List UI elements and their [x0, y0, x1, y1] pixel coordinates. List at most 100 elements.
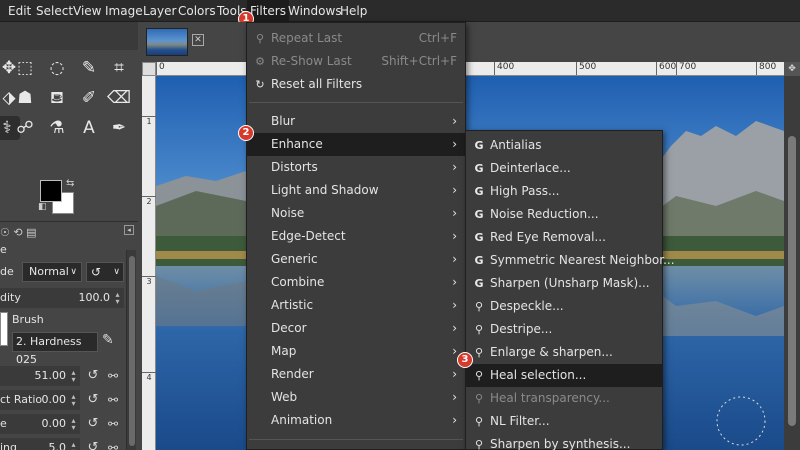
mode-direction-select[interactable]: ↺ ∨ — [86, 262, 124, 282]
menu-help[interactable]: Help — [340, 0, 367, 22]
tool-fuzzy-select-icon[interactable]: ✎ — [76, 56, 102, 80]
menu-item-sharpen-by-synthesis[interactable]: ⚲ Sharpen by synthesis... — [466, 433, 662, 450]
tool-warp-icon[interactable]: ☗ — [12, 86, 38, 110]
angle-spinner[interactable]: ▴ ▾ — [69, 417, 78, 432]
menu-item-label: NL Filter... — [490, 414, 550, 428]
spacing-spinner[interactable]: ▴▾ — [69, 441, 78, 450]
size-spinner[interactable]: ▴ ▾ — [69, 369, 78, 384]
link-icon[interactable]: ⚯ — [106, 416, 120, 432]
swap-colors-icon[interactable]: ⇆ — [66, 178, 74, 189]
ruler-corner[interactable] — [142, 62, 156, 76]
panel-menu-icon[interactable]: ◂ — [124, 225, 134, 235]
gegl-icon: G — [474, 231, 484, 244]
menu-item-red-eye-removal[interactable]: G Red Eye Removal... — [466, 226, 662, 249]
foreground-color-swatch[interactable] — [40, 180, 62, 202]
tool-rect-select-icon[interactable]: ⬚ — [12, 56, 38, 80]
vertical-ruler[interactable]: 1 2 3 4 — [142, 76, 156, 450]
menu-view[interactable]: View — [73, 0, 101, 22]
close-icon[interactable]: ✕ — [192, 34, 204, 46]
tab-icons[interactable]: ☉ ⟲ ▤ — [0, 225, 42, 241]
menu-windows[interactable]: Windows — [288, 0, 342, 22]
menu-item-light-and-shadow[interactable]: Light and Shadow › — [247, 179, 465, 202]
menu-item-map[interactable]: Map › — [247, 340, 465, 363]
aspect-slider[interactable]: ct Ratio 0.00 ▴ ▾ — [0, 390, 80, 410]
link-icon[interactable]: ⚯ — [106, 368, 120, 384]
tool-color-picker-icon[interactable]: ✒ — [106, 116, 132, 140]
menu-item-artistic[interactable]: Artistic › — [247, 294, 465, 317]
chevron-right-icon: › — [452, 321, 457, 335]
tool-text-icon[interactable]: A — [76, 116, 102, 140]
menu-item-reshow-last[interactable]: ⚙ Re-Show Last Shift+Ctrl+F — [247, 50, 465, 73]
tool-bucket-fill-icon[interactable]: ⛾ — [44, 86, 70, 110]
link-icon[interactable]: ⚯ — [106, 392, 120, 408]
menu-item-heal-transparency[interactable]: ⚲ Heal transparency... — [466, 387, 662, 410]
link-icon[interactable]: ⚯ — [106, 440, 120, 450]
menu-item-decor[interactable]: Decor › — [247, 317, 465, 340]
menu-item-despeckle[interactable]: ⚲ Despeckle... — [466, 295, 662, 318]
menu-item-edge-detect[interactable]: Edge-Detect › — [247, 225, 465, 248]
menu-item-antialias[interactable]: G Antialias — [466, 134, 662, 157]
opacity-slider[interactable]: dity 100.0 ▴ ▾ — [0, 288, 124, 308]
step-callout-2: 2 — [238, 125, 254, 141]
tool-dodge-icon[interactable]: ⚗ — [44, 116, 70, 140]
vertical-scrollbar[interactable] — [784, 76, 800, 450]
gegl-icon: G — [474, 277, 484, 290]
menu-select[interactable]: Select — [36, 0, 73, 22]
angle-value: 0.00 — [41, 417, 67, 430]
menu-item-web[interactable]: Web › — [247, 386, 465, 409]
menu-item-noise-reduction[interactable]: G Noise Reduction... — [466, 203, 662, 226]
menu-item-repeat-last[interactable]: ⚲ Repeat Last Ctrl+F — [247, 27, 465, 50]
menu-item-enhance[interactable]: Enhance › — [247, 133, 465, 156]
menu-item-sharpen-unsharp-mask[interactable]: G Sharpen (Unsharp Mask)... — [466, 272, 662, 295]
menu-item-combine[interactable]: Combine › — [247, 271, 465, 294]
tool-eraser-icon[interactable]: ⌫ — [106, 86, 132, 110]
menu-layer[interactable]: Layer — [143, 0, 176, 22]
tool-crop-icon[interactable]: ⌗ — [106, 56, 132, 80]
image-tab-thumbnail[interactable] — [146, 28, 188, 56]
menu-item-noise[interactable]: Noise › — [247, 202, 465, 225]
spacing-value: 5.0 — [48, 441, 67, 450]
size-slider[interactable]: 51.00 ▴ ▾ — [0, 366, 80, 386]
tool-smudge-icon[interactable]: ☍ — [12, 116, 38, 140]
menu-item-enlarge-sharpen[interactable]: ⚲ Enlarge & sharpen... — [466, 341, 662, 364]
brush-preview[interactable] — [0, 312, 8, 346]
menu-item-symmetric-nearest-neighbor[interactable]: G Symmetric Nearest Neighbor... — [466, 249, 674, 272]
edit-brush-icon[interactable]: ✎ — [102, 332, 114, 348]
menu-item-generic[interactable]: Generic › — [247, 248, 465, 271]
menu-item-high-pass[interactable]: G High Pass... — [466, 180, 662, 203]
shortcut-label: Ctrl+F — [418, 31, 457, 45]
menu-colors[interactable]: Colors — [178, 0, 216, 22]
tool-options-title: e — [0, 243, 7, 256]
menu-item-label: Symmetric Nearest Neighbor... — [490, 253, 675, 267]
tool-options-scrollbar[interactable] — [126, 250, 136, 450]
menu-item-heal-selection[interactable]: ⚲ Heal selection... — [466, 364, 662, 387]
reset-icon[interactable]: ↺ — [86, 416, 100, 432]
plugin-icon: ⚲ — [474, 346, 484, 359]
reset-icon[interactable]: ↺ — [86, 368, 100, 384]
aspect-spinner[interactable]: ▴ ▾ — [69, 393, 78, 408]
menu-item-destripe[interactable]: ⚲ Destripe... — [466, 318, 662, 341]
menu-item-deinterlace[interactable]: G Deinterlace... — [466, 157, 662, 180]
tool-lasso-icon[interactable]: ◌ — [44, 56, 70, 80]
menu-item-reset-all-filters[interactable]: ↻ Reset all Filters — [247, 73, 465, 96]
tool-paintbrush-icon[interactable]: ✐ — [76, 86, 102, 110]
mode-select[interactable]: Normal ∨ — [22, 262, 82, 282]
menu-image[interactable]: Image — [105, 0, 143, 22]
opacity-spinner[interactable]: ▴ ▾ — [113, 291, 122, 306]
menu-item-nl-filter[interactable]: ⚲ NL Filter... — [466, 410, 662, 433]
navigate-icon[interactable]: ✥ — [784, 62, 800, 76]
menu-item-label: Sharpen (Unsharp Mask)... — [490, 276, 650, 290]
menu-edit[interactable]: Edit — [8, 0, 31, 22]
menu-item-animation[interactable]: Animation › — [247, 409, 465, 432]
brush-name-field[interactable]: 2. Hardness 025 — [12, 332, 98, 366]
menu-item-distorts[interactable]: Distorts › — [247, 156, 465, 179]
reset-icon[interactable]: ↺ — [86, 392, 100, 408]
angle-slider[interactable]: e 0.00 ▴ ▾ — [0, 414, 80, 434]
reset-icon[interactable]: ↺ — [86, 440, 100, 450]
menu-item-blur[interactable]: Blur › — [247, 110, 465, 133]
default-colors-icon[interactable]: ◧ — [38, 202, 47, 212]
spacing-slider[interactable]: ing 5.0 ▴▾ — [0, 438, 80, 450]
menu-separator — [249, 439, 463, 440]
menu-item-render[interactable]: Render › — [247, 363, 465, 386]
menu-item-label: Animation — [271, 413, 333, 427]
